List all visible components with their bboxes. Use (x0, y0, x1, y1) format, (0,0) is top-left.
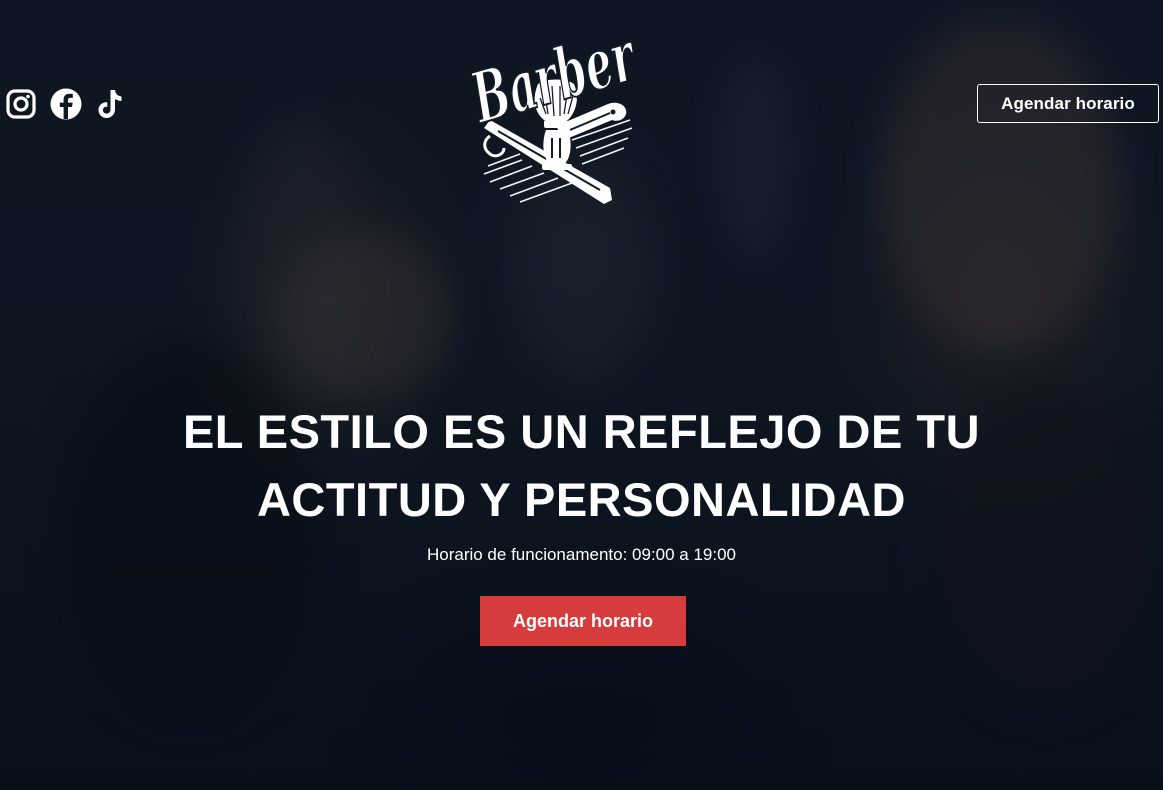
facebook-link[interactable] (50, 86, 94, 122)
hero-schedule-button[interactable]: Agendar horario (480, 596, 686, 646)
header-schedule-button[interactable]: Agendar horario (977, 84, 1159, 123)
instagram-link[interactable] (6, 86, 50, 122)
hero-headline-line-1: EL ESTILO ES UN REFLEJO DE TU (182, 405, 981, 458)
barber-razor-brush-logo-icon: Barber (460, 13, 648, 204)
social-links (6, 86, 138, 122)
facebook-icon (50, 88, 82, 120)
hero-headline-line-2: ACTITUD Y PERSONALIDAD (256, 473, 907, 526)
barber-logo[interactable]: Barber (460, 8, 648, 213)
hero-headline: EL ESTILO ES UN REFLEJO DE TU ACTITUD Y … (0, 398, 1163, 534)
instagram-icon (6, 89, 36, 119)
opening-hours-text: Horario de funcionamento: 09:00 a 19:00 (426, 545, 737, 564)
tiktok-link[interactable] (94, 86, 138, 122)
tiktok-icon (98, 90, 122, 118)
